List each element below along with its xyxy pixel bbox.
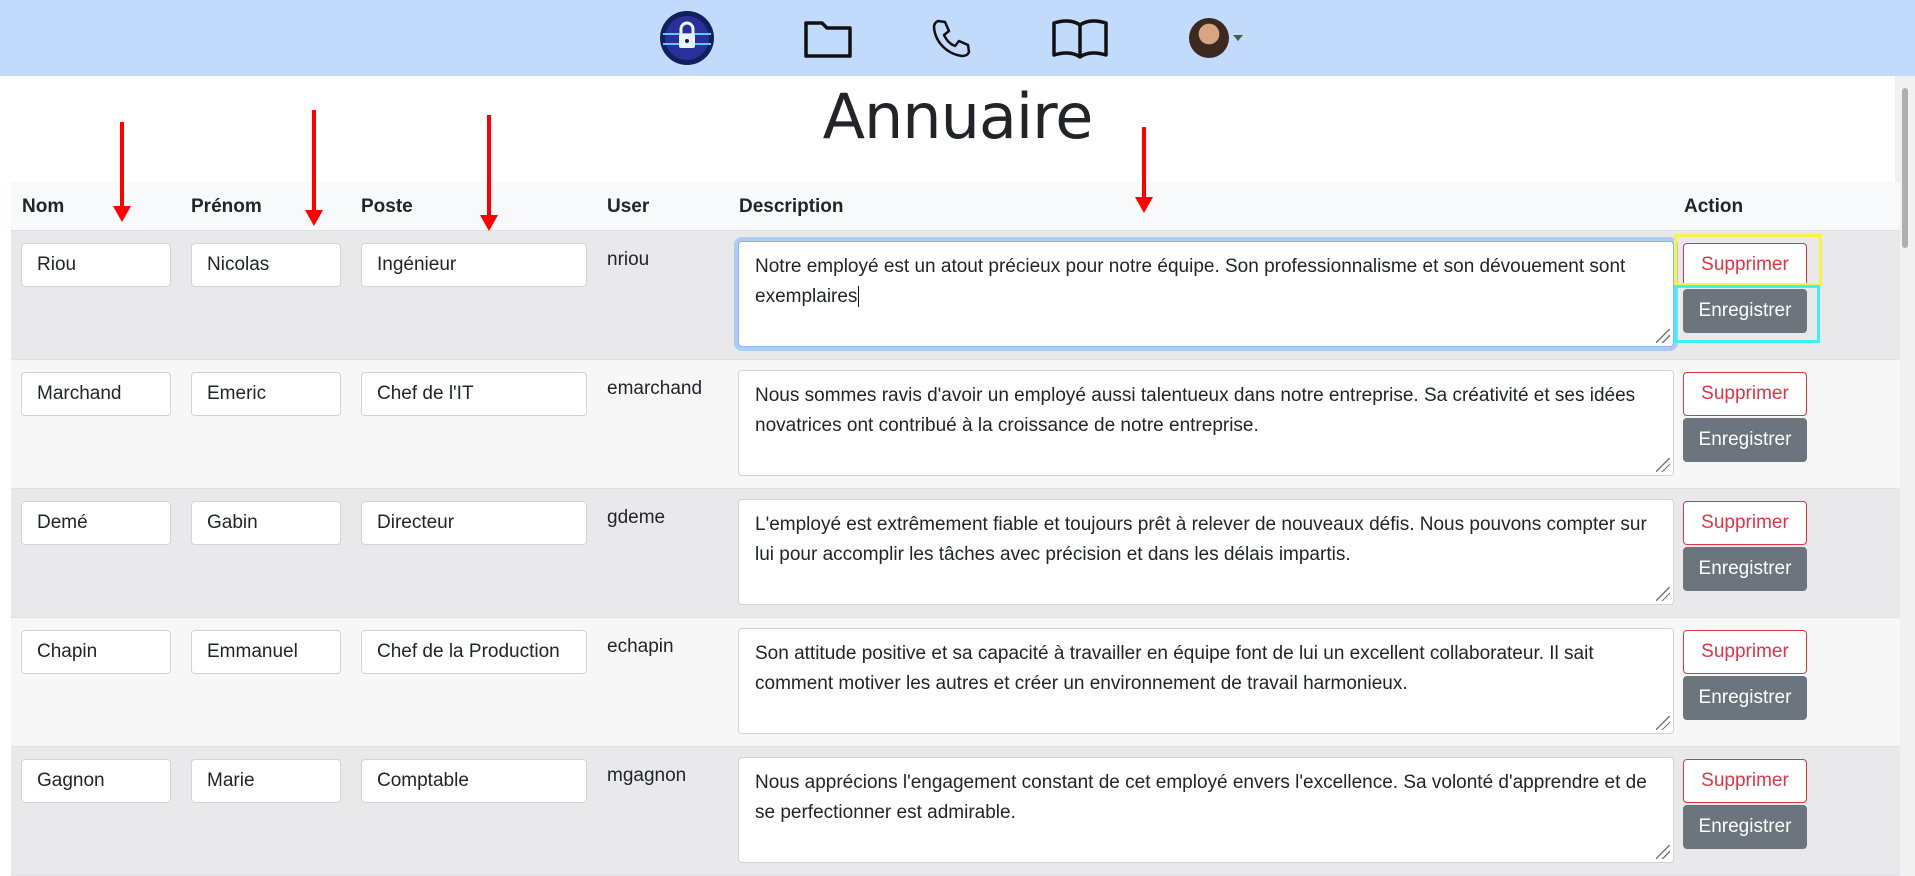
header-user: User	[607, 196, 650, 217]
prenom-input[interactable]: Emmanuel	[191, 630, 341, 674]
highlight-save-box	[1674, 285, 1820, 343]
resize-grip-icon[interactable]	[1656, 845, 1670, 859]
lock-logo-icon[interactable]	[658, 0, 716, 76]
resize-grip-icon[interactable]	[1656, 587, 1670, 601]
header-prenom: Prénom	[191, 196, 262, 217]
header-description: Description	[739, 196, 844, 217]
annotation-arrow-nom	[113, 122, 131, 222]
resize-grip-icon[interactable]	[1656, 458, 1670, 472]
table-row: Riou Nicolas Ingénieur nriou Notre emplo…	[11, 231, 1900, 360]
user-label: emarchand	[607, 378, 703, 399]
description-text: Son attitude positive et sa capacité à t…	[755, 643, 1594, 694]
top-navbar	[0, 0, 1915, 76]
description-textarea[interactable]: Nous apprécions l'engagement constant de…	[738, 757, 1674, 863]
description-textarea[interactable]: Nous sommes ravis d'avoir un employé aus…	[738, 370, 1674, 476]
delete-button[interactable]: Supprimer	[1683, 759, 1807, 803]
poste-input[interactable]: Chef de la Production	[361, 630, 587, 674]
save-button[interactable]: Enregistrer	[1683, 547, 1807, 591]
poste-input[interactable]: Ingénieur	[361, 243, 587, 287]
prenom-input[interactable]: Nicolas	[191, 243, 341, 287]
resize-grip-icon[interactable]	[1656, 329, 1670, 343]
page-title: Annuaire	[822, 80, 1094, 153]
user-label: mgagnon	[607, 765, 687, 786]
poste-input[interactable]: Chef de l'IT	[361, 372, 587, 416]
nom-input[interactable]: Chapin	[21, 630, 171, 674]
header-nom: Nom	[22, 196, 65, 217]
description-textarea[interactable]: Son attitude positive et sa capacité à t…	[738, 628, 1674, 734]
annotation-arrow-description	[1135, 127, 1153, 213]
book-icon[interactable]	[1048, 0, 1112, 76]
table-row: Marchand Emeric Chef de l'IT emarchand N…	[11, 360, 1900, 489]
annotation-arrow-poste	[480, 115, 498, 231]
prenom-input[interactable]: Gabin	[191, 501, 341, 545]
chevron-down-icon	[1233, 35, 1243, 41]
header-action: Action	[1684, 196, 1744, 217]
nom-input[interactable]: Riou	[21, 243, 171, 287]
table-row: Chapin Emmanuel Chef de la Production ec…	[11, 618, 1900, 747]
save-button[interactable]: Enregistrer	[1683, 676, 1807, 720]
directory-table: Nom Prénom Poste User Description Action…	[11, 182, 1900, 876]
folder-icon[interactable]	[800, 0, 856, 76]
table-row: Demé Gabin Directeur gdeme L'employé est…	[11, 489, 1900, 618]
user-label: nriou	[607, 249, 650, 270]
highlight-delete-box	[1674, 234, 1822, 286]
text-cursor	[858, 286, 860, 307]
description-text: Nous sommes ravis d'avoir un employé aus…	[755, 385, 1636, 436]
nom-input[interactable]: Marchand	[21, 372, 171, 416]
delete-button[interactable]: Supprimer	[1683, 372, 1807, 416]
poste-input[interactable]: Directeur	[361, 501, 587, 545]
description-text: Notre employé est un atout précieux pour…	[755, 256, 1626, 307]
nom-input[interactable]: Demé	[21, 501, 171, 545]
avatar	[1189, 18, 1229, 58]
resize-grip-icon[interactable]	[1656, 716, 1670, 730]
delete-button[interactable]: Supprimer	[1683, 501, 1807, 545]
user-label: echapin	[607, 636, 674, 657]
phone-icon[interactable]	[925, 0, 977, 76]
annotation-arrow-prenom	[305, 110, 323, 226]
prenom-input[interactable]: Marie	[191, 759, 341, 803]
user-label: gdeme	[607, 507, 666, 528]
table-header: Nom Prénom Poste User Description Action	[11, 182, 1900, 231]
nom-input[interactable]: Gagnon	[21, 759, 171, 803]
profile-menu[interactable]	[1184, 0, 1248, 76]
header-poste: Poste	[361, 196, 413, 217]
description-textarea[interactable]: Notre employé est un atout précieux pour…	[738, 241, 1674, 347]
description-text: Nous apprécions l'engagement constant de…	[755, 772, 1647, 823]
save-button[interactable]: Enregistrer	[1683, 418, 1807, 462]
delete-button[interactable]: Supprimer	[1683, 630, 1807, 674]
save-button[interactable]: Enregistrer	[1683, 805, 1807, 849]
poste-input[interactable]: Comptable	[361, 759, 587, 803]
description-text: L'employé est extrêmement fiable et touj…	[755, 514, 1647, 565]
table-row: Gagnon Marie Comptable mgagnon Nous appr…	[11, 747, 1900, 876]
description-textarea[interactable]: L'employé est extrêmement fiable et touj…	[738, 499, 1674, 605]
prenom-input[interactable]: Emeric	[191, 372, 341, 416]
